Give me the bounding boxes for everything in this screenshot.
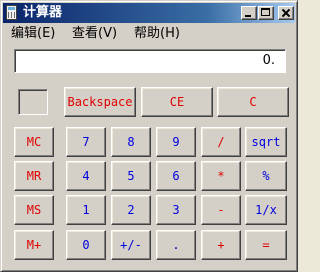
window-title: 计算器 — [23, 5, 63, 20]
minimize-button[interactable] — [241, 6, 257, 20]
memory-store-button[interactable]: MS — [14, 195, 54, 225]
digit-7-button[interactable]: 7 — [66, 127, 106, 157]
equals-button[interactable]: = — [245, 230, 287, 260]
digit-6-button[interactable]: 6 — [156, 161, 196, 191]
digit-4-button[interactable]: 4 — [66, 161, 106, 191]
memory-indicator — [18, 89, 48, 115]
digit-3-button[interactable]: 3 — [156, 195, 196, 225]
menu-edit[interactable]: 编辑(E) — [11, 26, 55, 42]
close-button[interactable] — [278, 6, 294, 20]
clear-button[interactable]: C — [217, 87, 289, 117]
digit-5-button[interactable]: 5 — [111, 161, 151, 191]
sign-toggle-button[interactable]: +/- — [111, 230, 151, 260]
multiply-button[interactable]: * — [201, 161, 241, 191]
divide-button[interactable]: / — [201, 127, 241, 157]
reciprocal-button[interactable]: 1/x — [245, 195, 287, 225]
result-display: 0. — [14, 49, 286, 73]
digit-0-button[interactable]: 0 — [66, 230, 106, 260]
menu-bar: 编辑(E) 查看(V) 帮助(H) — [3, 25, 295, 43]
memory-recall-button[interactable]: MR — [14, 161, 54, 191]
add-button[interactable]: + — [201, 230, 241, 260]
digit-2-button[interactable]: 2 — [111, 195, 151, 225]
subtract-button[interactable]: - — [201, 195, 241, 225]
digit-1-button[interactable]: 1 — [66, 195, 106, 225]
calculator-window: 计算器 编辑(E) 查看(V) 帮助(H) 0. Backspace CE C … — [0, 0, 298, 272]
backspace-button[interactable]: Backspace — [64, 87, 136, 117]
menu-view[interactable]: 查看(V) — [72, 26, 117, 42]
maximize-button[interactable] — [258, 6, 274, 20]
title-bar[interactable]: 计算器 — [3, 3, 295, 23]
decimal-point-button[interactable]: . — [156, 230, 196, 260]
memory-clear-button[interactable]: MC — [14, 127, 54, 157]
sqrt-button[interactable]: sqrt — [245, 127, 287, 157]
clear-entry-button[interactable]: CE — [141, 87, 213, 117]
calculator-icon — [6, 5, 17, 20]
digit-8-button[interactable]: 8 — [111, 127, 151, 157]
memory-add-button[interactable]: M+ — [14, 230, 54, 260]
percent-button[interactable]: % — [245, 161, 287, 191]
digit-9-button[interactable]: 9 — [156, 127, 196, 157]
menu-help[interactable]: 帮助(H) — [134, 26, 180, 42]
